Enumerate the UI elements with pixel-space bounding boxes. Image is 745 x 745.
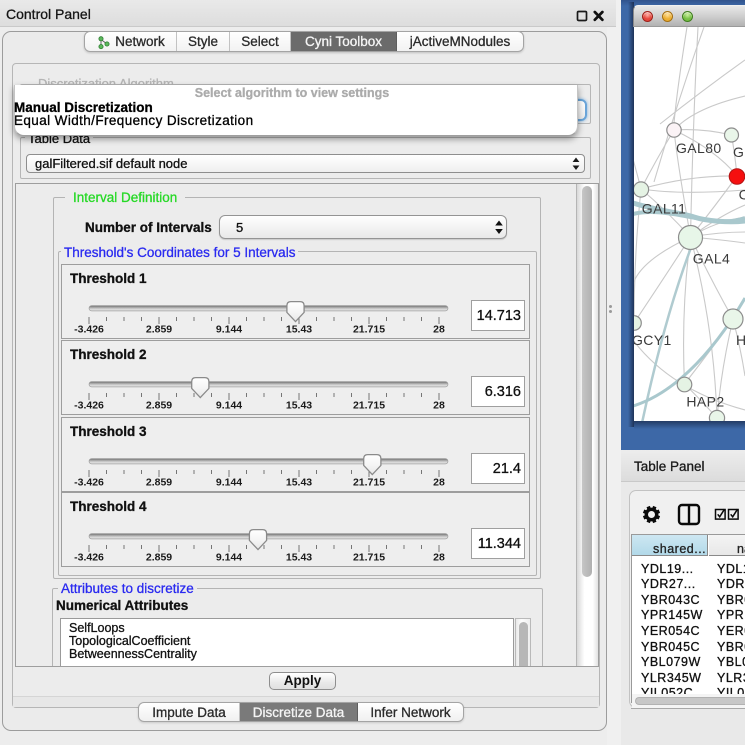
svg-text:C: C	[739, 187, 745, 203]
svg-text:HAP2: HAP2	[686, 394, 724, 410]
svg-text:GAL4: GAL4	[693, 251, 730, 267]
svg-text:GAL80: GAL80	[676, 140, 722, 156]
svg-text:GCY1: GCY1	[634, 332, 672, 348]
svg-text:GAL11: GAL11	[642, 201, 687, 217]
svg-text:H: H	[736, 332, 745, 348]
svg-text:G.: G.	[733, 144, 745, 160]
